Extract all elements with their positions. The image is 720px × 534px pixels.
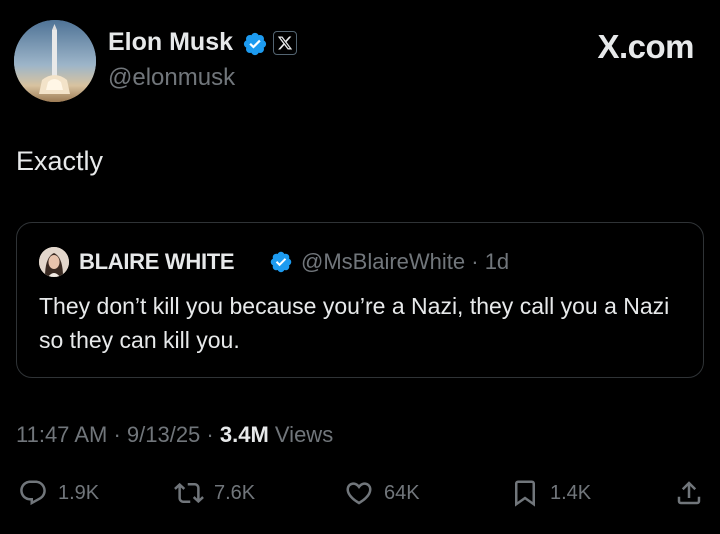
author-handle[interactable]: @elonmusk	[108, 64, 235, 92]
share-button[interactable]	[674, 476, 704, 510]
quoted-author-avatar[interactable]	[39, 247, 69, 277]
timestamp-time[interactable]: 11:47 AM	[16, 422, 107, 447]
quoted-tweet-text: They don’t kill you because you’re a Naz…	[39, 293, 670, 353]
affiliate-x-badge[interactable]	[273, 31, 297, 55]
share-icon	[677, 481, 701, 505]
bookmark-icon	[515, 480, 535, 507]
repost-icon	[174, 482, 204, 504]
views-label: Views	[274, 422, 334, 447]
quoted-verified-badge-icon	[270, 251, 292, 273]
bookmark-button[interactable]: 1.4K	[510, 476, 591, 510]
like-button[interactable]: 64K	[344, 476, 420, 510]
views-count: 3.4M	[219, 422, 269, 447]
tweet-timestamp: 11:47 AM · 9/13/25 · 3.4M Views	[16, 422, 333, 448]
like-count: 64K	[384, 481, 420, 504]
bookmark-count: 1.4K	[550, 481, 592, 504]
brand-watermark: X.com	[597, 28, 694, 65]
reply-button[interactable]: 1.9K	[18, 476, 99, 510]
tweet: Elon Musk @elonmusk X.com Exactly BLAIRE…	[0, 0, 720, 534]
x-logo-icon	[277, 36, 293, 50]
quoted-author-name[interactable]: BLAIRE WHITE	[79, 249, 235, 275]
timestamp-date[interactable]: 9/13/25	[127, 422, 200, 447]
quoted-avatar-image	[39, 247, 69, 277]
author-avatar[interactable]	[14, 20, 96, 102]
separator-dot: ·	[200, 422, 220, 447]
repost-count: 7.6K	[214, 481, 256, 504]
heart-icon	[346, 482, 372, 505]
quoted-tweet[interactable]: BLAIRE WHITE @MsBlaireWhite · 1d They do…	[16, 222, 704, 378]
quoted-handle-and-time[interactable]: @MsBlaireWhite · 1d	[301, 249, 509, 275]
author-name[interactable]: Elon Musk	[108, 28, 233, 57]
repost-button[interactable]: 7.6K	[174, 476, 255, 510]
separator-dot: ·	[107, 422, 127, 447]
avatar-rocket-image	[14, 20, 96, 102]
reply-count: 1.9K	[58, 481, 100, 504]
reply-icon	[20, 480, 46, 506]
verified-badge-icon	[243, 32, 267, 56]
tweet-text: Exactly	[16, 146, 104, 176]
